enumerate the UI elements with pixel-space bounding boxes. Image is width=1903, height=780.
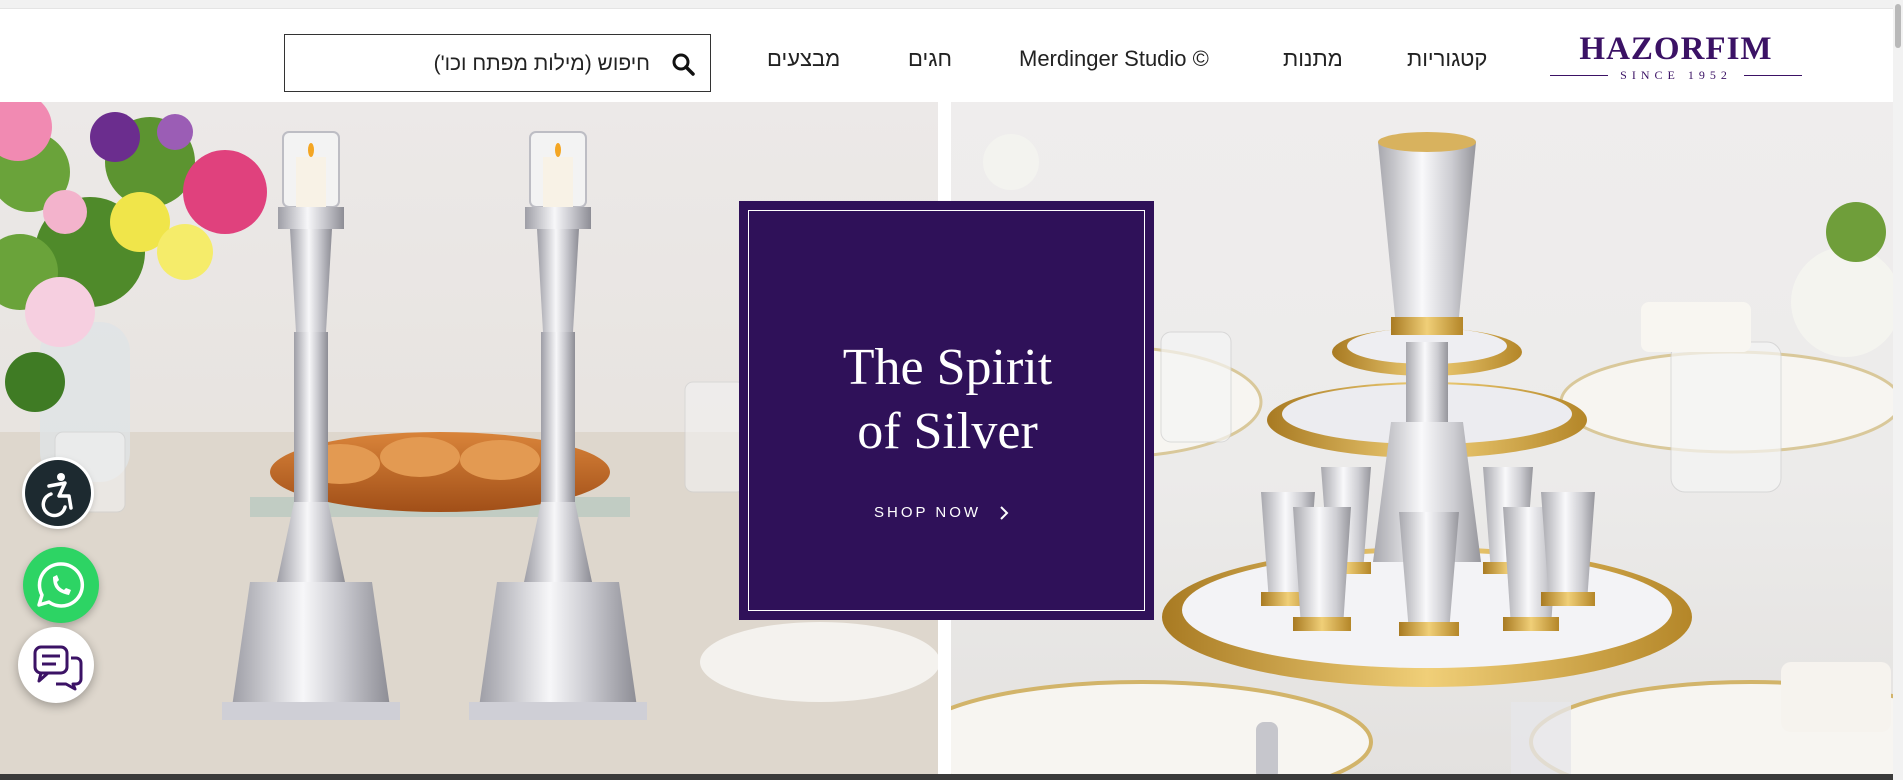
nav-sales[interactable]: מבצעים: [767, 39, 840, 79]
hero-banner: The Spirit of Silver SHOP NOW: [0, 102, 1903, 780]
search-icon[interactable]: [671, 52, 695, 76]
shop-now-label: SHOP NOW: [874, 504, 982, 521]
browser-top-edge: [0, 0, 1903, 9]
page-bottom-edge: [0, 774, 1903, 780]
nav-merdinger-studio[interactable]: Merdinger Studio ©: [1019, 39, 1209, 79]
promo-box: The Spirit of Silver SHOP NOW: [739, 201, 1154, 620]
promo-title-line-1: The Spirit: [842, 339, 1053, 396]
scrollbar-track[interactable]: [1893, 0, 1903, 780]
site-logo[interactable]: HAZORFIM SINCE 1952: [1550, 31, 1802, 83]
chevron-right-icon: [1000, 506, 1009, 520]
chat-button[interactable]: [18, 627, 94, 703]
shop-now-link[interactable]: SHOP NOW: [874, 501, 1010, 525]
accessibility-icon: [41, 473, 73, 518]
scrollbar-thumb[interactable]: [1895, 4, 1901, 48]
promo-title: The Spirit of Silver: [749, 336, 1146, 464]
chat-bubbles-icon: [33, 645, 83, 691]
accessibility-button[interactable]: [25, 460, 91, 526]
whatsapp-button[interactable]: [23, 547, 99, 623]
nav-holidays[interactable]: חגים: [908, 39, 952, 79]
nav-categories[interactable]: קטגוריות: [1407, 39, 1487, 79]
site-header: HAZORFIM SINCE 1952 קטגוריות מתנות Merdi…: [0, 9, 1903, 102]
whatsapp-icon: [37, 562, 85, 608]
search-box: [284, 34, 711, 92]
nav-gifts[interactable]: מתנות: [1283, 39, 1343, 79]
main-navigation: קטגוריות מתנות Merdinger Studio © חגים מ…: [740, 39, 1510, 79]
search-input[interactable]: [293, 43, 652, 85]
promo-title-line-2: of Silver: [857, 403, 1038, 460]
logo-name: HAZORFIM: [1579, 31, 1773, 67]
logo-tagline: SINCE 1952: [1550, 67, 1802, 83]
promo-frame: The Spirit of Silver SHOP NOW: [748, 210, 1145, 611]
